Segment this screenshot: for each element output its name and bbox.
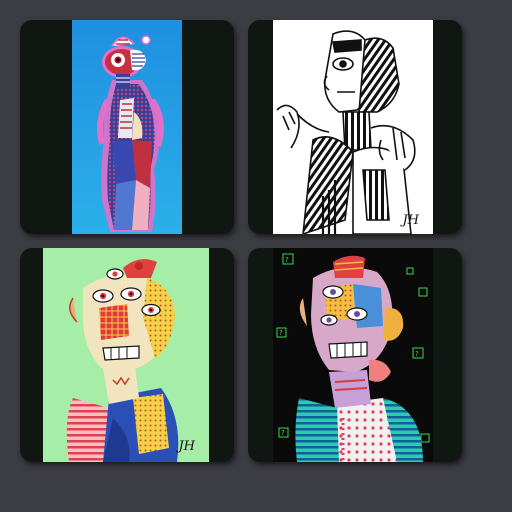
svg-text:?: ? (415, 350, 419, 358)
artwork-image-cubist-dark: ? ? ? ? (273, 248, 433, 462)
artwork-signature: JH (402, 213, 419, 228)
artwork-card-4[interactable]: ? ? ? ? (248, 248, 462, 462)
svg-text:?: ? (281, 429, 285, 437)
artwork-card-1[interactable] (20, 20, 234, 234)
svg-text:?: ? (279, 329, 283, 337)
artwork-card-3[interactable]: JH (20, 248, 234, 462)
svg-text:?: ? (285, 256, 289, 264)
artwork-card-2[interactable]: JH (248, 20, 462, 234)
artwork-image-blue-figure (72, 20, 182, 234)
artwork-image-cubist-green: JH (43, 248, 209, 462)
artwork-gallery: JH JH ? ? ? ? (0, 0, 512, 512)
artwork-signature: JH (178, 439, 195, 454)
artwork-image-line-drawing: JH (273, 20, 433, 234)
